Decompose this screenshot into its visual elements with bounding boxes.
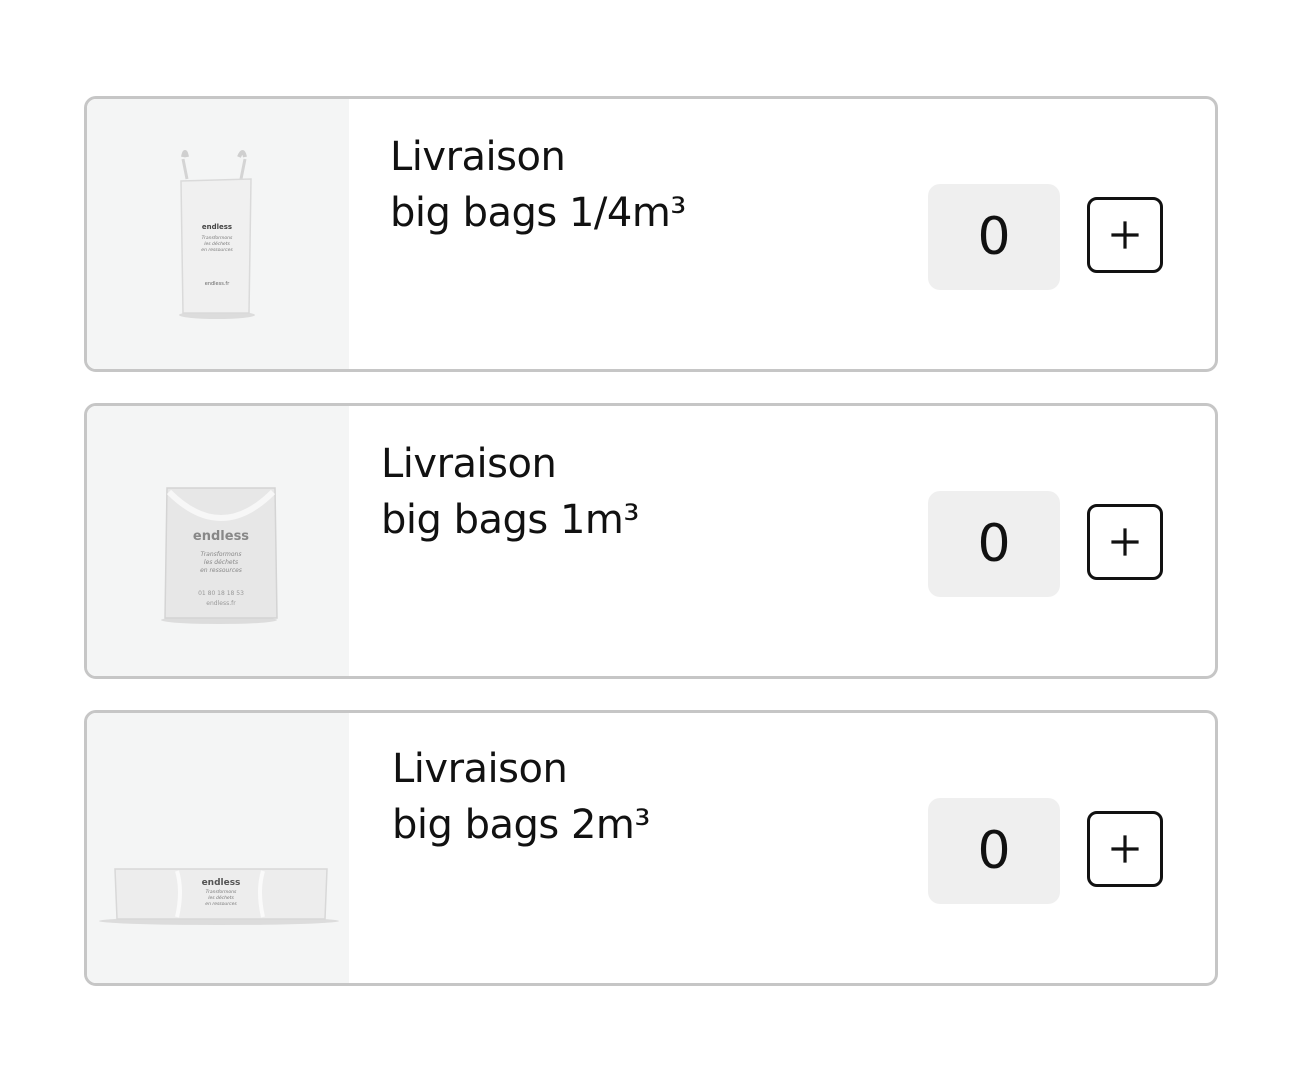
bag-phone-text: 01 80 18 18 53 (198, 590, 244, 597)
product-title-line1: Livraison (390, 134, 566, 180)
plus-icon (1111, 221, 1139, 249)
quantity-field[interactable]: 0 (928, 184, 1060, 290)
svg-text:Transformons: Transformons (206, 889, 237, 895)
bag-website-text: endless.fr (205, 281, 230, 287)
bag-brand-text: endless (193, 529, 249, 544)
product-title-line1: Livraison (392, 746, 568, 792)
bag-website-text: endless.fr (206, 600, 236, 607)
product-title-line2: big bags 1m³ (381, 497, 639, 543)
add-quantity-button[interactable] (1087, 197, 1163, 273)
product-card-1m3: endless Transformons les déchets en ress… (84, 403, 1218, 679)
svg-text:en ressources: en ressources (201, 247, 233, 253)
svg-text:les déchets: les déchets (204, 240, 230, 247)
svg-text:les déchets: les déchets (208, 894, 234, 901)
quantity-field[interactable]: 0 (928, 491, 1060, 597)
svg-text:Transformons: Transformons (202, 235, 233, 241)
svg-text:les déchets: les déchets (204, 559, 238, 566)
product-title: Livraison big bags 1/4m³ (390, 129, 686, 241)
plus-icon (1111, 528, 1139, 556)
product-image: endless Transformons les déchets en ress… (87, 406, 349, 676)
bag-brand-text: endless (202, 878, 241, 888)
svg-text:en ressources: en ressources (200, 567, 242, 574)
plus-icon (1111, 835, 1139, 863)
add-quantity-button[interactable] (1087, 811, 1163, 887)
bag-brand-text: endless (202, 223, 232, 231)
product-image: endless Transformons les déchets en ress… (87, 713, 349, 983)
add-quantity-button[interactable] (1087, 504, 1163, 580)
product-image: endless Transformons les déchets en ress… (87, 99, 349, 369)
product-title-line2: big bags 2m³ (392, 802, 650, 848)
svg-text:en ressources: en ressources (205, 901, 237, 907)
product-title: Livraison big bags 1m³ (381, 436, 639, 548)
product-title-line1: Livraison (381, 441, 557, 487)
product-card-quarter-m3: endless Transformons les déchets en ress… (84, 96, 1218, 372)
svg-text:Transformons: Transformons (201, 551, 242, 558)
product-title-line2: big bags 1/4m³ (390, 190, 686, 236)
quantity-field[interactable]: 0 (928, 798, 1060, 904)
product-title: Livraison big bags 2m³ (392, 741, 650, 853)
product-card-2m3: endless Transformons les déchets en ress… (84, 710, 1218, 986)
